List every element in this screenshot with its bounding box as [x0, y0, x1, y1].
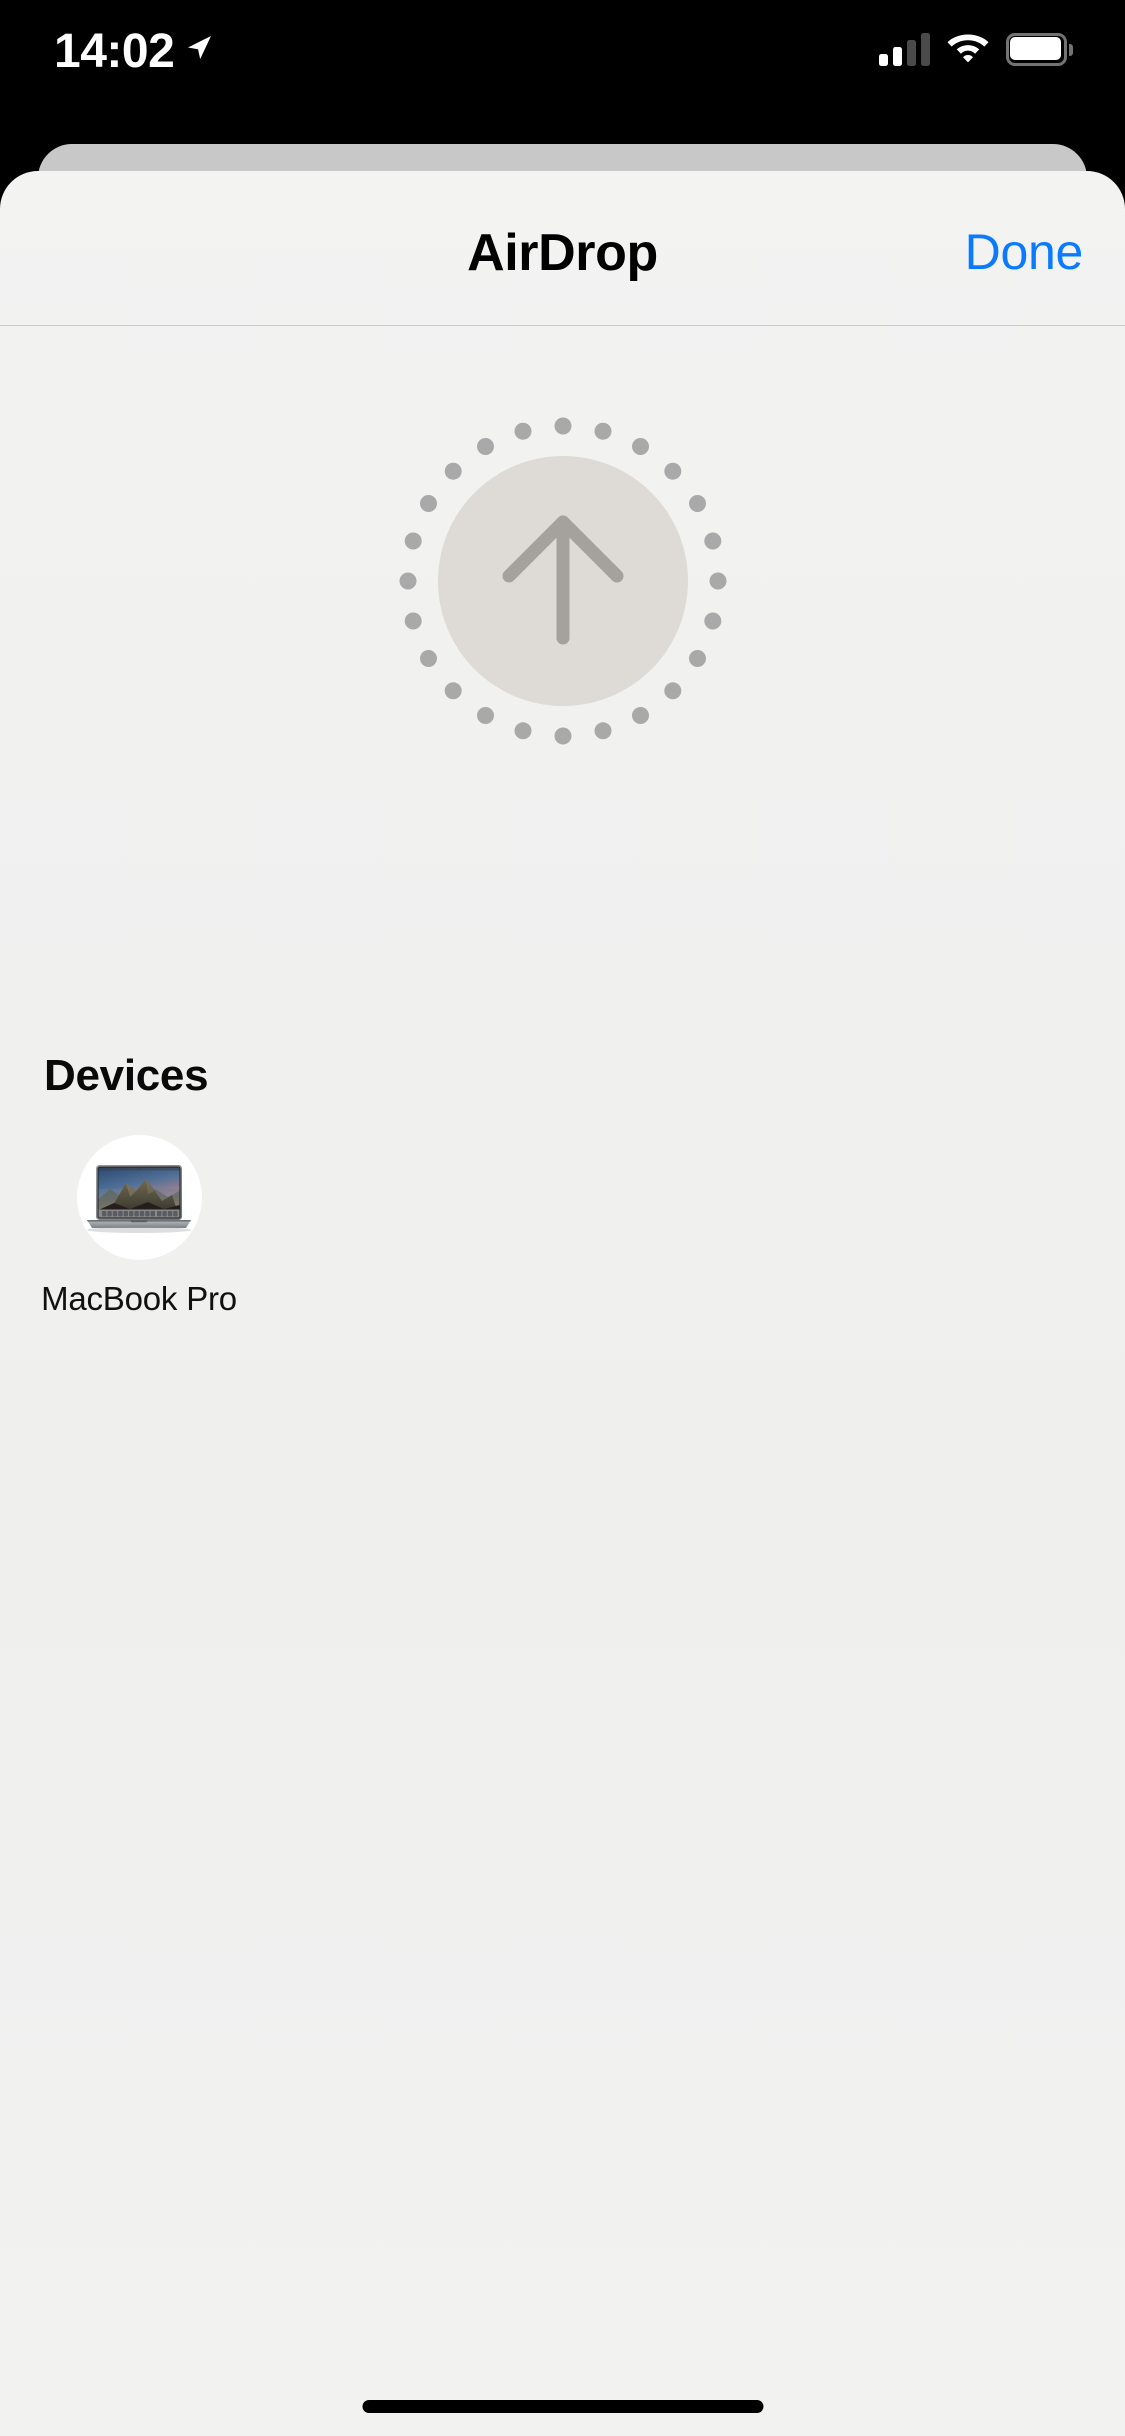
device-item-macbook-pro[interactable]: MacBook Pro — [41, 1135, 237, 1318]
iphone-screen: 14:02 AirDrop Done Devices MacBook Pro — [0, 0, 1125, 2436]
page-title: AirDrop — [467, 224, 658, 282]
battery-icon — [1006, 32, 1073, 66]
airdrop-circle — [437, 456, 688, 706]
sheet-header: AirDrop Done — [0, 171, 1125, 325]
wifi-icon — [946, 30, 990, 68]
done-button[interactable]: Done — [965, 223, 1084, 281]
airdrop-upload-arrow-icon — [493, 504, 633, 659]
airdrop-sheet: AirDrop Done Devices MacBook Pro — [0, 171, 1125, 2436]
cellular-signal-icon — [879, 32, 930, 66]
macbook-pro-icon — [76, 1135, 202, 1260]
devices-section: Devices MacBook Pro — [0, 1051, 1125, 1318]
status-bar: 14:02 — [0, 0, 1125, 132]
device-label: MacBook Pro — [41, 1280, 237, 1317]
header-separator — [0, 325, 1125, 326]
airdrop-radar — [353, 371, 773, 791]
location-arrow-icon — [184, 33, 214, 68]
device-grid: MacBook Pro — [0, 1135, 1125, 1318]
airdrop-graphic — [0, 371, 1125, 951]
home-indicator[interactable] — [362, 2400, 763, 2413]
status-bar-right — [879, 30, 1073, 68]
status-bar-clock: 14:02 — [54, 25, 175, 78]
status-bar-left: 14:02 — [54, 28, 214, 76]
devices-heading: Devices — [44, 1051, 209, 1100]
